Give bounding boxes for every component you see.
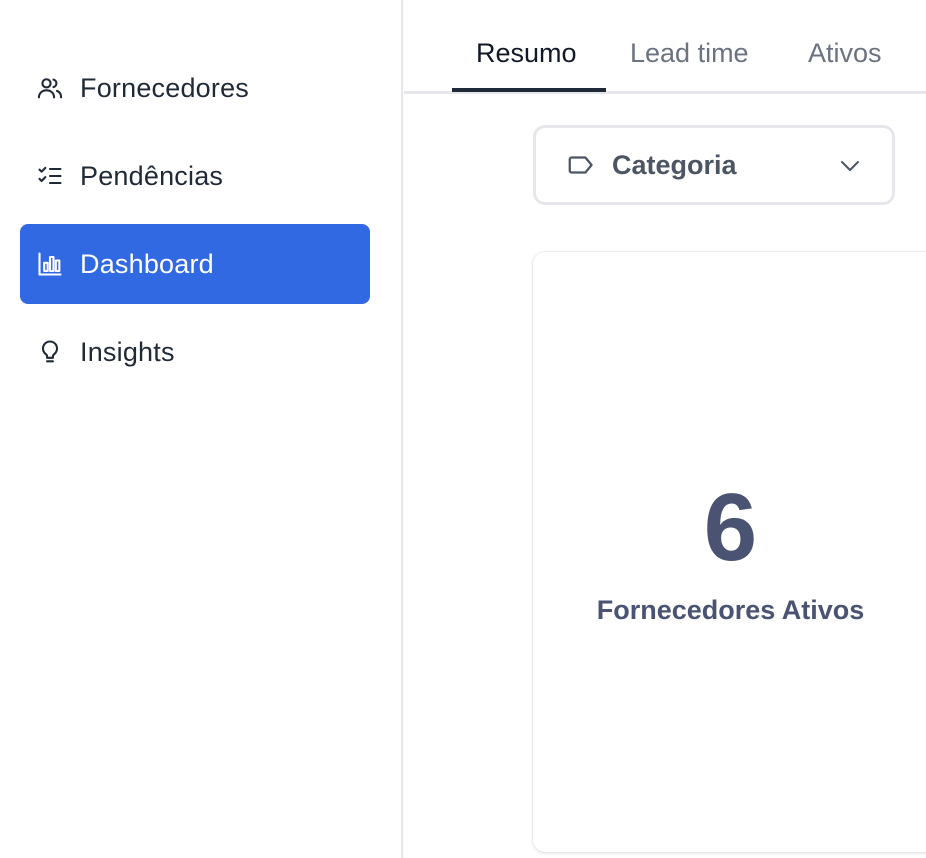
sidebar-item-label: Dashboard xyxy=(80,248,214,279)
tab-resumo[interactable]: Resumo xyxy=(476,38,577,69)
sidebar-item-dashboard[interactable]: Dashboard xyxy=(20,224,370,304)
tab-ativos[interactable]: Ativos xyxy=(808,38,882,69)
sidebar-item-label: Insights xyxy=(80,336,175,367)
category-select[interactable]: Categoria xyxy=(533,125,895,205)
sidebar-item-fornecedores[interactable]: Fornecedores xyxy=(20,48,370,128)
tab-lead-time[interactable]: Lead time xyxy=(630,38,749,69)
tab-bar: Resumo Lead time Ativos xyxy=(404,0,926,94)
tag-icon xyxy=(566,150,596,180)
chevron-down-icon xyxy=(838,154,862,178)
lightbulb-icon xyxy=(36,338,64,366)
metric-value: 6 xyxy=(703,474,758,581)
checklist-icon xyxy=(36,162,64,190)
active-tab-indicator xyxy=(452,88,606,92)
users-icon xyxy=(36,74,64,102)
bar-chart-icon xyxy=(36,250,64,278)
sidebar-item-label: Pendências xyxy=(80,160,224,191)
sidebar-item-insights[interactable]: Insights xyxy=(20,312,370,392)
sidebar: Fornecedores Pendências Dashboard Insigh… xyxy=(0,0,403,858)
sidebar-item-label: Fornecedores xyxy=(80,72,249,103)
category-select-label: Categoria xyxy=(612,149,737,180)
app: Fornecedores Pendências Dashboard Insigh… xyxy=(0,0,926,858)
sidebar-item-pendencias[interactable]: Pendências xyxy=(20,136,370,216)
metric-label: Fornecedores Ativos xyxy=(596,595,865,625)
